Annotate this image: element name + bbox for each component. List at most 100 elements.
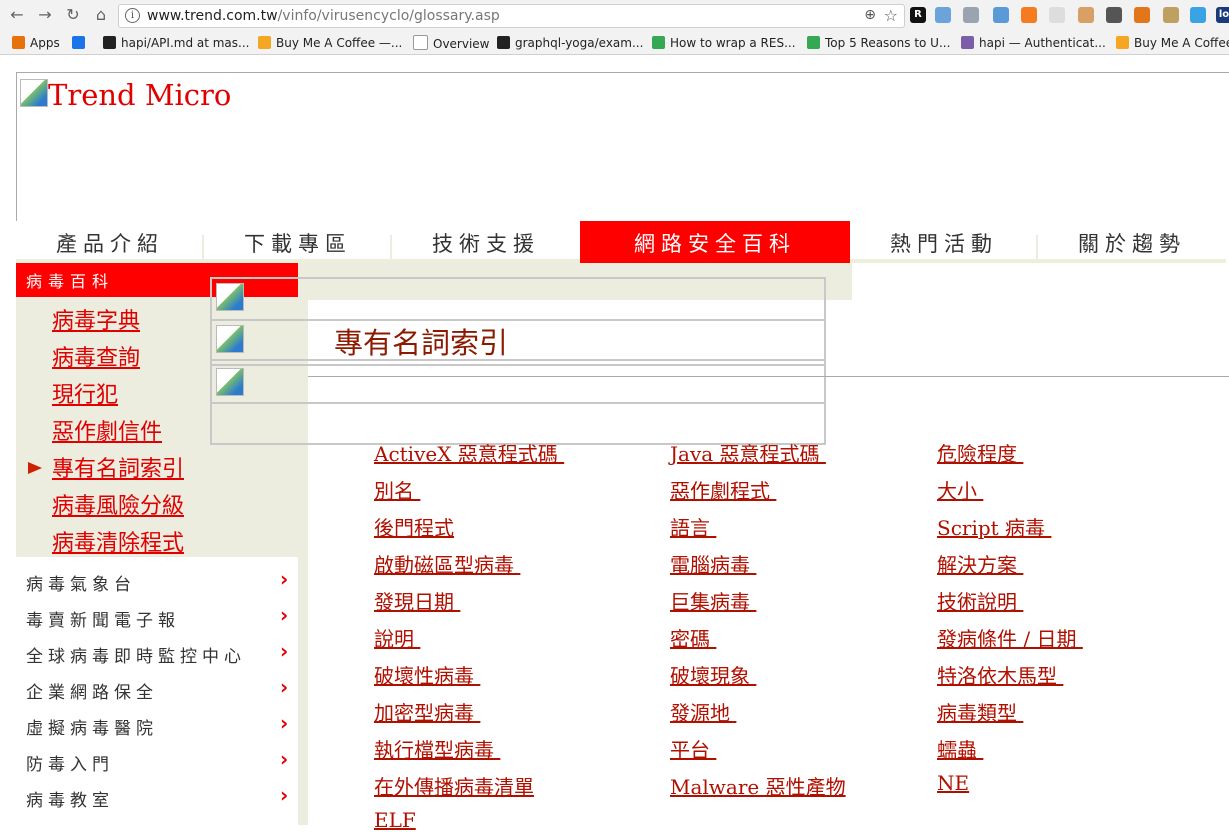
sidebar-link[interactable]: 惡作劇信件 [52,414,162,446]
nav-separator [1036,235,1038,259]
sidebar-menu-item[interactable]: 毒賣新聞電子報 [26,606,180,631]
bookmark-label: Buy Me A Coffee —... [276,36,403,50]
glossary-link[interactable]: 發源地 [670,697,736,726]
bookmark-item[interactable]: Buy Me A Coffee [1116,35,1229,51]
sidebar-menu-item[interactable]: 病毒氣象台 [26,570,136,595]
glossary-link[interactable]: 別名 [374,475,420,504]
forward-icon[interactable]: → [36,6,54,24]
chevron-right-icon[interactable]: › [280,603,288,627]
glossary-link[interactable]: 破壞現象 [670,660,756,689]
extension-icon[interactable] [1078,7,1094,23]
sidebar-link[interactable]: 病毒風險分級 [52,488,184,520]
glossary-link[interactable]: 惡作劇程式 [670,475,776,504]
glossary-link[interactable]: 後門程式 [374,512,454,541]
chevron-right-icon[interactable]: › [280,567,288,591]
glossary-link[interactable]: 發病條件 / 日期 [937,623,1083,652]
glossary-link[interactable]: 電腦病毒 [670,549,756,578]
chevron-right-icon[interactable]: › [280,675,288,699]
glossary-link[interactable]: 在外傳播病毒清單 [374,771,534,800]
bookmark-item[interactable]: Buy Me A Coffee —... [258,35,402,51]
bookmark-item[interactable]: Overview [413,35,490,51]
sidebar-menu-item[interactable]: 企業網路保全 [26,678,158,703]
bookmark-star-icon[interactable]: ☆ [884,6,898,25]
bookmark-item[interactable] [72,35,90,51]
bookmark-item[interactable]: Apps [12,35,60,51]
bookmark-label: hapi — Authenticat... [979,36,1106,50]
bookmark-item[interactable]: graphql-yoga/exam... [497,35,643,51]
zoom-icon[interactable]: ⊕ [864,7,876,23]
page-title: 專有名詞索引 [334,326,509,360]
glossary-link[interactable]: ELF [374,808,416,832]
bookmark-item[interactable]: How to wrap a RES... [652,35,796,51]
chevron-right-icon[interactable]: › [280,747,288,771]
url-host: www.trend.com.tw [147,8,278,24]
glossary-link[interactable]: 病毒類型 [937,697,1023,726]
extension-icon[interactable]: lo [1216,7,1229,23]
sidebar-link[interactable]: 專有名詞索引 [52,451,184,483]
extension-icon[interactable]: R [910,7,926,23]
glossary-link[interactable]: ActiveX 惡意程式碼 [374,438,564,467]
glossary-link[interactable]: 巨集病毒 [670,586,756,615]
extension-icon[interactable] [935,7,951,23]
back-icon[interactable]: ← [8,6,26,24]
bookmark-icon [961,36,974,49]
home-icon[interactable]: ⌂ [92,6,110,24]
glossary-link[interactable]: 特洛依木馬型 [937,660,1063,689]
glossary-link[interactable]: Script 病毒 [937,512,1051,541]
sidebar-link[interactable]: 現行犯 [52,377,118,409]
bookmark-icon [258,36,271,49]
sidebar-link[interactable]: 病毒字典 [52,303,140,335]
bookmark-icon [72,36,85,49]
trend-micro-logo[interactable]: Trend Micro [20,78,231,112]
extension-icon[interactable] [993,7,1009,23]
chevron-right-icon[interactable]: › [280,783,288,807]
glossary-link[interactable]: 執行檔型病毒 [374,734,500,763]
nav-tab[interactable]: 下載專區 [204,221,392,263]
bookmark-label: hapi/API.md at mas... [121,36,250,50]
glossary-link[interactable]: 啟動磁區型病毒 [374,549,520,578]
site-info-icon[interactable]: i [125,8,140,23]
extension-icon[interactable] [1163,7,1179,23]
glossary-link[interactable]: 說明 [374,623,420,652]
extension-icon[interactable] [1190,7,1206,23]
bookmark-item[interactable]: Top 5 Reasons to U... [807,35,950,51]
nav-tab[interactable]: 關於趨勢 [1038,221,1226,263]
glossary-link[interactable]: NE [937,771,969,795]
sidebar-link[interactable]: 病毒查詢 [52,340,140,372]
chevron-right-icon[interactable]: › [280,639,288,663]
glossary-link[interactable]: 危險程度 [937,438,1023,467]
sidebar-menu-item[interactable]: 全球病毒即時監控中心 [26,642,246,667]
extension-icon[interactable] [1049,7,1065,23]
chevron-right-icon[interactable]: › [280,711,288,735]
sidebar-menu-item[interactable]: 防毒入門 [26,750,114,775]
address-bar[interactable]: i www.trend.com.tw/vinfo/virusencyclo/gl… [118,4,905,28]
glossary-link[interactable]: 技術說明 [937,586,1023,615]
glossary-link[interactable]: 大小 [937,475,983,504]
sidebar-link[interactable]: 病毒清除程式 [52,525,184,557]
extension-icon[interactable] [963,7,979,23]
nav-tab[interactable]: 產品介紹 [16,221,204,263]
glossary-link[interactable]: 解決方案 [937,549,1023,578]
glossary-link[interactable]: 加密型病毒 [374,697,480,726]
glossary-link[interactable]: 語言 [670,512,716,541]
reload-icon[interactable]: ↻ [64,6,82,24]
bookmark-item[interactable]: hapi — Authenticat... [961,35,1106,51]
nav-tab[interactable]: 網路安全百科 [580,221,850,263]
title-frame [210,319,826,361]
sidebar-menu-item[interactable]: 病毒教室 [26,786,114,811]
nav-tab[interactable]: 熱門活動 [850,221,1038,263]
glossary-link[interactable]: 蠕蟲 [937,734,983,763]
extension-icon[interactable] [1106,7,1122,23]
glossary-link[interactable]: 破壞性病毒 [374,660,480,689]
extension-icon[interactable] [1134,7,1150,23]
glossary-link[interactable]: 平台 [670,734,716,763]
broken-image-icon [20,79,48,107]
sidebar-menu-item[interactable]: 虛擬病毒醫院 [26,714,158,739]
extension-icon[interactable] [1021,7,1037,23]
bookmark-item[interactable]: hapi/API.md at mas... [103,35,249,51]
glossary-link[interactable]: Malware 惡性產物 [670,771,846,800]
glossary-link[interactable]: 發現日期 [374,586,460,615]
glossary-link[interactable]: Java 惡意程式碼 [670,438,826,467]
nav-tab[interactable]: 技術支援 [392,221,580,263]
glossary-link[interactable]: 密碼 [670,623,716,652]
